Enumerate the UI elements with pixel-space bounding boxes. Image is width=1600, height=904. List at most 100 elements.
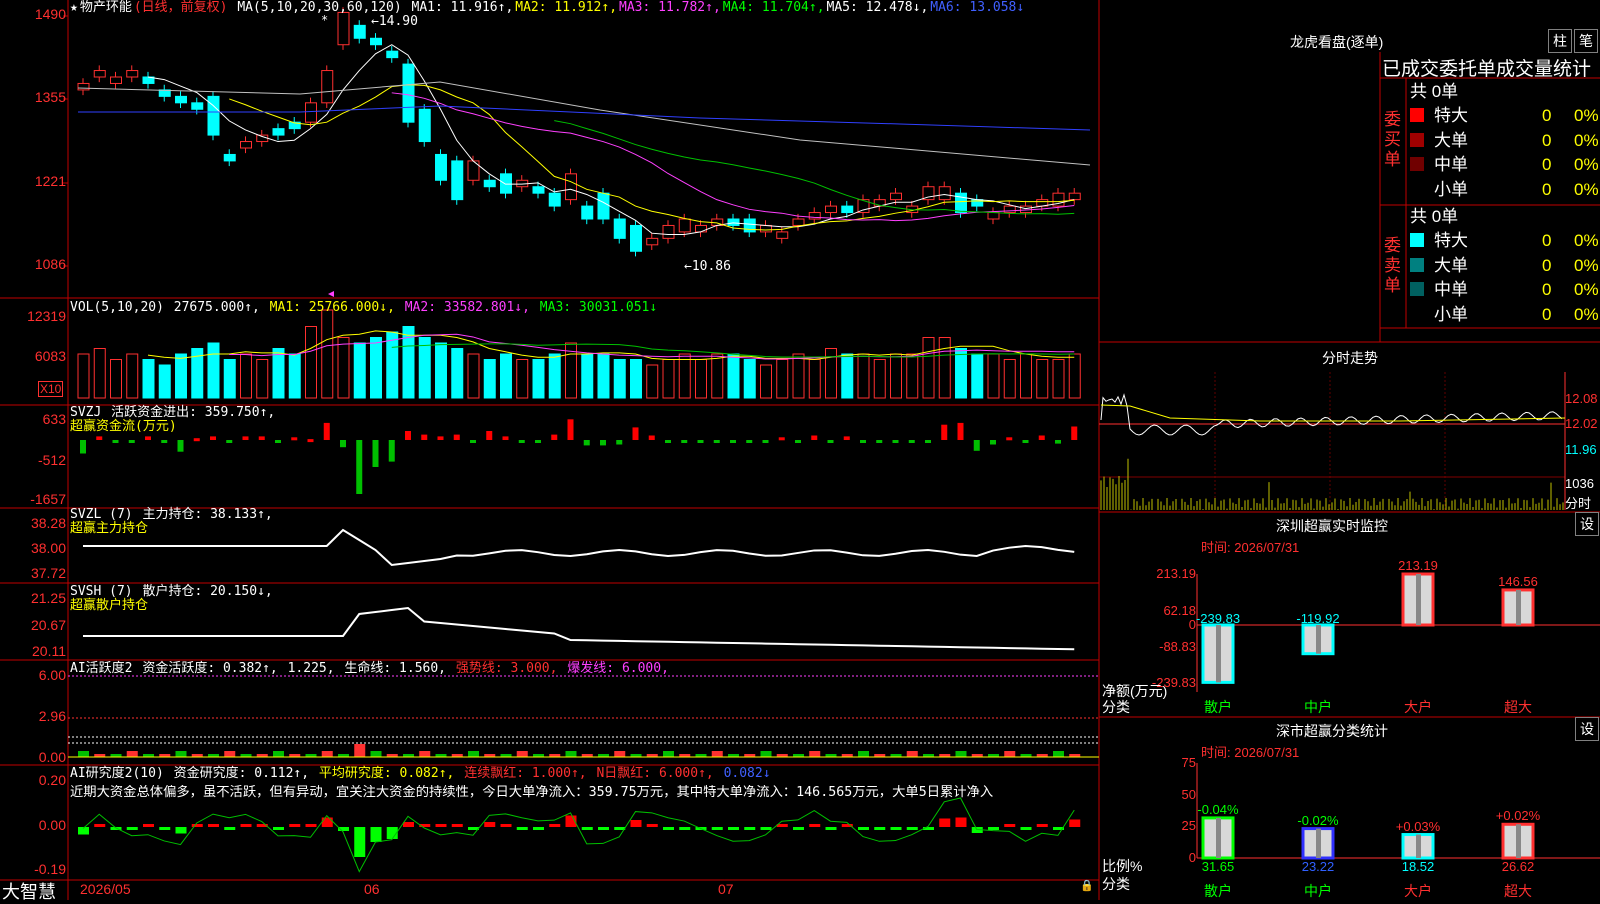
- fund-flow-bar: [291, 437, 298, 441]
- order-row[interactable]: 小单 0 0%: [1410, 178, 1599, 202]
- order-row[interactable]: 特大 0 0%: [1410, 104, 1599, 128]
- brand-logo[interactable]: 大智慧: [2, 878, 56, 904]
- order-row[interactable]: 大单 0 0%: [1410, 254, 1599, 278]
- ai-active-value2: 1.225,: [287, 661, 335, 676]
- volume-bar: [760, 364, 772, 399]
- candle: [272, 128, 285, 136]
- x10-badge[interactable]: X10: [38, 381, 64, 397]
- candle: [305, 102, 317, 123]
- order-row[interactable]: 大单 0 0%: [1410, 129, 1599, 153]
- chart-canvas[interactable]: *: [0, 0, 1600, 900]
- fund-flow-bar: [242, 436, 249, 440]
- fund-flow-bar: [632, 427, 639, 440]
- fund-flow-bar: [1071, 426, 1078, 440]
- minute-y-tick: 11.96: [1565, 442, 1597, 457]
- research-bar: [191, 824, 203, 827]
- stock-name[interactable]: 物产环能: [80, 0, 132, 15]
- order-row[interactable]: 中单 0 0%: [1410, 153, 1599, 177]
- date-tick: 07: [718, 881, 734, 897]
- sz-monitor-settings-button[interactable]: 设: [1575, 512, 1599, 536]
- ai-research-y-tick: 0.00: [38, 817, 66, 833]
- buy-total: 共 0单: [1410, 82, 1459, 101]
- fund-flow-bar: [453, 434, 460, 440]
- period-label[interactable]: (日线，前复权): [134, 0, 228, 15]
- lock-icon[interactable]: 🔒: [1080, 879, 1094, 892]
- fund-flow-bar: [876, 440, 883, 443]
- ai-active-y-tick: 6.00: [38, 667, 66, 683]
- order-pct: 0%: [1574, 304, 1599, 324]
- fund-flow-bar: [193, 438, 200, 442]
- activity-bar: [354, 744, 366, 757]
- candle: [662, 224, 675, 239]
- order-size: 中单: [1434, 155, 1468, 174]
- research-bar: [175, 827, 187, 834]
- candle: [223, 153, 236, 162]
- candle: [776, 231, 789, 239]
- research-bar: [273, 827, 284, 830]
- sz-category-category: 散户: [1204, 883, 1232, 899]
- volume-bar: [1020, 353, 1032, 399]
- fund-flow-bar: [1055, 440, 1061, 444]
- bar-mode-button[interactable]: 柱: [1548, 29, 1572, 53]
- activity-bar: [906, 751, 918, 757]
- candle: [613, 218, 626, 239]
- candle: [825, 205, 837, 214]
- order-count: 0: [1542, 155, 1552, 174]
- volume-bar: [93, 348, 106, 399]
- fund-flow-bar: [600, 440, 606, 446]
- sz-category-value: 18.52: [1401, 859, 1435, 874]
- sz-monitor-category: 超大: [1504, 699, 1532, 715]
- star-icon[interactable]: ★: [70, 0, 78, 15]
- fund-flow-bar: [941, 424, 948, 440]
- order-row[interactable]: 中单 0 0%: [1410, 278, 1599, 302]
- high-price-label: ←14.90: [371, 14, 418, 29]
- volume-bar: [1036, 359, 1049, 399]
- volume-bar: [386, 331, 399, 399]
- research-bar: [484, 822, 496, 827]
- tick-mode-button[interactable]: 笔: [1574, 29, 1598, 53]
- research-bar: [874, 827, 886, 830]
- research-bar: [711, 827, 723, 830]
- order-count: 0: [1542, 255, 1552, 275]
- ai-active-y-tick: 2.96: [38, 708, 66, 724]
- research-bar: [825, 827, 837, 830]
- research-bar: [744, 827, 756, 830]
- fund-flow-bar: [372, 440, 379, 467]
- swatch-icon: [1410, 157, 1424, 171]
- swatch-icon: [1410, 233, 1424, 247]
- order-pct: 0%: [1574, 280, 1599, 299]
- vol-value: 27675.000↑,: [173, 300, 260, 315]
- vol-ma1: MA1: 25766.000↓,: [269, 300, 395, 315]
- sz-category-settings-button[interactable]: 设: [1575, 717, 1599, 741]
- order-row[interactable]: 小单 0 0%: [1410, 303, 1599, 327]
- candle: [191, 102, 204, 110]
- fund-flow-bar: [973, 440, 980, 451]
- fund-flow-bar: [161, 440, 168, 443]
- fund-flow-bar: [795, 440, 801, 443]
- fund-flow-bar: [518, 440, 525, 443]
- research-bar: [858, 827, 869, 830]
- kline-y-tick: 1221: [34, 173, 66, 189]
- sz-monitor-bar-shade: [1416, 574, 1421, 625]
- svsh-sub: 超赢散户持仓: [70, 598, 149, 613]
- volume-bar: [158, 364, 171, 399]
- fund-flow-bar: [616, 440, 623, 445]
- fund-flow-bar: [112, 440, 119, 443]
- fund-flow-bar: [908, 440, 915, 443]
- research-bar: [435, 824, 447, 827]
- order-row[interactable]: 特大 0 0%: [1410, 229, 1599, 253]
- research-bar: [988, 827, 999, 830]
- sz-monitor-bar-value: -119.92: [1296, 611, 1340, 626]
- swatch-icon: [1410, 282, 1424, 296]
- volume-bar: [305, 326, 317, 399]
- sz-category-change: -0.02%: [1297, 812, 1339, 828]
- ma120-line: [78, 105, 1091, 131]
- fund-flow-bar: [388, 440, 395, 462]
- ai-active-y-tick: 0.00: [38, 749, 66, 765]
- ai-research-text: 近期大资金总体偏多，虽不活跃，但有异动，宜关注大资金的持续性，今日大单净流入：3…: [70, 785, 994, 800]
- ma-values: MA1: 11.916↑, MA2: 11.912↑, MA3: 11.782↑, M…: [412, 0, 1027, 15]
- sz-category-change: -0.04%: [1197, 801, 1239, 817]
- ai-research-value: 资金研究度: 0.112↑,: [173, 766, 310, 781]
- volume-bar: [548, 353, 561, 399]
- price-line: [1100, 393, 1563, 436]
